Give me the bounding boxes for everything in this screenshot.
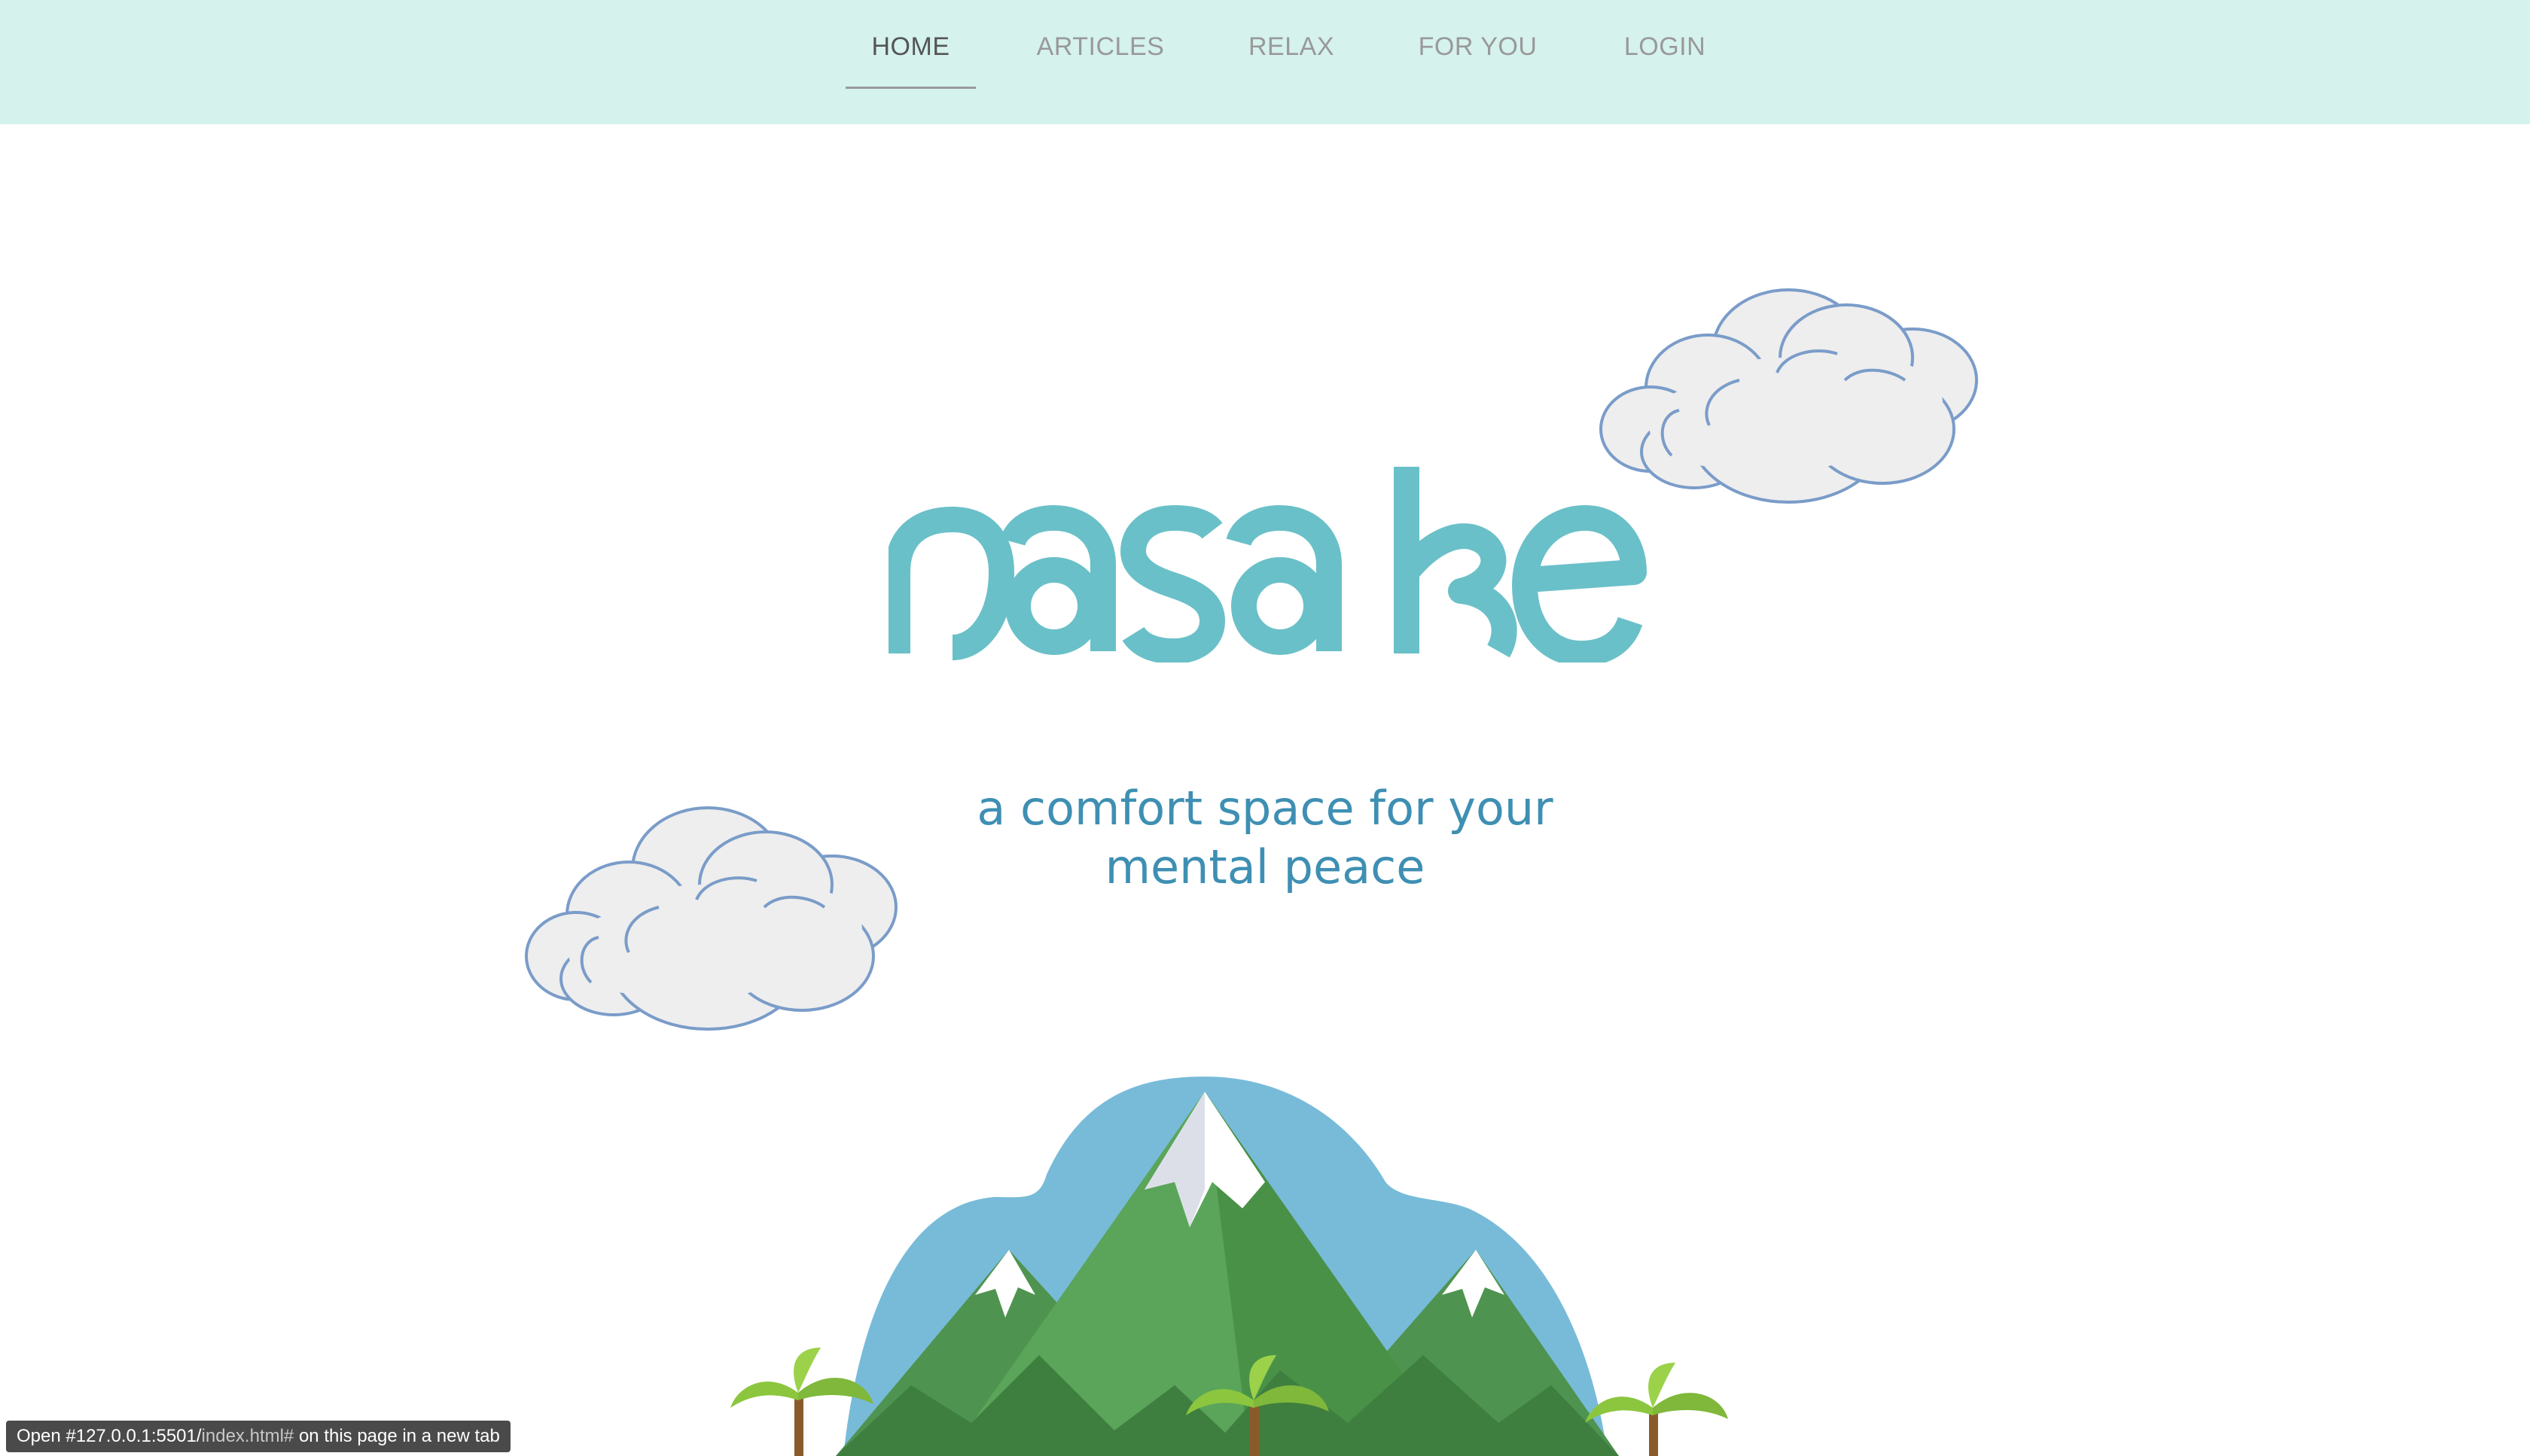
cloud-illustration: [525, 806, 898, 1031]
nav-item-login[interactable]: LOGIN: [1621, 30, 1709, 90]
cloud-illustration: [1599, 288, 1978, 504]
link-preview-tooltip: Open #127.0.0.1:5501/index.html# on this…: [6, 1421, 511, 1452]
tooltip-suffix: on this page in a new tab: [294, 1426, 500, 1446]
hero-tagline: a comfort space for your mental peace: [889, 779, 1641, 897]
nav-item-home[interactable]: HOME: [846, 30, 976, 90]
top-navbar: HOME ARTICLES RELAX FOR YOU LOGIN: [0, 0, 2530, 124]
nasake-logo: [889, 467, 1647, 663]
tagline-line-2: mental peace: [1105, 839, 1425, 894]
mountain-landscape-illustration: [730, 1077, 1728, 1456]
nav-item-for-you[interactable]: FOR YOU: [1416, 30, 1539, 90]
tooltip-prefix: Open #127.0.0.1:5501/: [17, 1426, 202, 1446]
nav-item-relax[interactable]: RELAX: [1247, 30, 1336, 90]
tagline-line-1: a comfort space for your: [977, 781, 1553, 836]
tooltip-path: index.html#: [201, 1426, 294, 1446]
nav-item-articles[interactable]: ARTICLES: [1035, 30, 1166, 90]
